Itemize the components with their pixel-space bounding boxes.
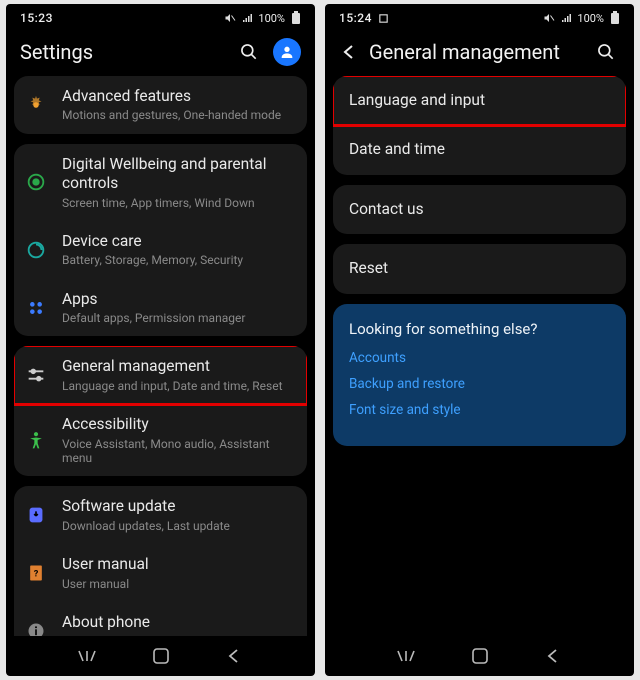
row-title: User manual bbox=[62, 555, 295, 574]
settings-row[interactable]: Language and input bbox=[333, 76, 626, 125]
settings-row[interactable]: About phone Status, Legal information, Ph… bbox=[14, 602, 307, 636]
nav-back[interactable] bbox=[222, 644, 246, 668]
row-subtitle: Download updates, Last update bbox=[62, 519, 295, 533]
status-bar: 15:24 100% bbox=[325, 4, 634, 32]
row-title: Language and input bbox=[349, 91, 485, 110]
device-icon bbox=[24, 238, 48, 262]
header: Settings bbox=[6, 32, 315, 76]
settings-row[interactable]: Apps Default apps, Permission manager bbox=[14, 279, 307, 337]
promo-link[interactable]: Accounts bbox=[349, 350, 610, 366]
settings-list: Advanced features Motions and gestures, O… bbox=[6, 76, 315, 636]
row-subtitle: Motions and gestures, One-handed mode bbox=[62, 108, 295, 122]
mute-icon bbox=[543, 12, 555, 24]
row-title: General management bbox=[62, 357, 295, 376]
screenshot-icon bbox=[378, 13, 389, 24]
mute-icon bbox=[224, 12, 236, 24]
status-bar: 15:23 100% bbox=[6, 4, 315, 32]
nav-recents[interactable] bbox=[75, 644, 99, 668]
battery-icon bbox=[610, 11, 620, 25]
settings-row[interactable]: Software update Download updates, Last up… bbox=[14, 486, 307, 544]
settings-row[interactable]: Reset bbox=[333, 244, 626, 293]
search-icon[interactable] bbox=[235, 38, 263, 66]
header: General management bbox=[325, 32, 634, 76]
page-title: Settings bbox=[20, 40, 93, 64]
row-subtitle: Default apps, Permission manager bbox=[62, 311, 295, 325]
page-title: General management bbox=[369, 40, 560, 64]
battery-icon bbox=[291, 11, 301, 25]
row-title: About phone bbox=[62, 613, 295, 632]
screen-settings: 15:23 100% Settings Advanced features Mot… bbox=[6, 4, 315, 676]
info-icon bbox=[24, 619, 48, 636]
promo-link[interactable]: Backup and restore bbox=[349, 376, 610, 392]
apps-icon bbox=[24, 296, 48, 320]
settings-group: Digital Wellbeing and parental controls S… bbox=[14, 144, 307, 337]
nav-home[interactable] bbox=[468, 644, 492, 668]
settings-row[interactable]: Contact us bbox=[333, 185, 626, 234]
settings-group: Contact us bbox=[333, 185, 626, 234]
row-title: Device care bbox=[62, 232, 295, 251]
sliders-icon bbox=[24, 363, 48, 387]
row-title: Digital Wellbeing and parental controls bbox=[62, 155, 295, 194]
settings-group: General management Language and input, Da… bbox=[14, 346, 307, 476]
wellbeing-icon bbox=[24, 170, 48, 194]
advanced-icon bbox=[24, 93, 48, 117]
status-time: 15:24 bbox=[339, 11, 372, 25]
row-title: Advanced features bbox=[62, 87, 295, 106]
settings-group: Reset bbox=[333, 244, 626, 293]
profile-avatar[interactable] bbox=[273, 38, 301, 66]
gm-list: Language and input Date and time Contact u… bbox=[325, 76, 634, 636]
row-subtitle: Language and input, Date and time, Reset bbox=[62, 379, 295, 393]
promo-link[interactable]: Font size and style bbox=[349, 402, 610, 418]
row-title: Accessibility bbox=[62, 415, 295, 434]
svg-text:?: ? bbox=[34, 569, 39, 579]
row-subtitle: Battery, Storage, Memory, Security bbox=[62, 253, 295, 267]
access-icon bbox=[24, 428, 48, 452]
row-subtitle: User manual bbox=[62, 577, 295, 591]
row-title: Apps bbox=[62, 290, 295, 309]
settings-group: Advanced features Motions and gestures, O… bbox=[14, 76, 307, 134]
screen-general-management: 15:24 100% General management Language a… bbox=[325, 4, 634, 676]
settings-row[interactable]: Accessibility Voice Assistant, Mono audio… bbox=[14, 404, 307, 476]
row-title: Software update bbox=[62, 497, 295, 516]
nav-back[interactable] bbox=[541, 644, 565, 668]
row-subtitle: Status, Legal information, Phone name bbox=[62, 634, 295, 636]
settings-row[interactable]: Advanced features Motions and gestures, O… bbox=[14, 76, 307, 134]
update-icon bbox=[24, 503, 48, 527]
row-title: Date and time bbox=[349, 140, 445, 159]
promo-card: Looking for something else? Accounts Backu… bbox=[333, 304, 626, 446]
settings-group: Language and input Date and time bbox=[333, 76, 626, 175]
settings-row[interactable]: Digital Wellbeing and parental controls S… bbox=[14, 144, 307, 221]
status-battery: 100% bbox=[577, 12, 604, 25]
settings-row[interactable]: ? User manual User manual bbox=[14, 544, 307, 602]
row-subtitle: Screen time, App timers, Wind Down bbox=[62, 196, 295, 210]
signal-icon bbox=[242, 12, 254, 24]
nav-recents[interactable] bbox=[394, 644, 418, 668]
status-battery: 100% bbox=[258, 12, 285, 25]
row-title: Reset bbox=[349, 259, 388, 278]
settings-row[interactable]: General management Language and input, Da… bbox=[14, 346, 307, 404]
nav-home[interactable] bbox=[149, 644, 173, 668]
nav-bar bbox=[325, 636, 634, 676]
row-title: Contact us bbox=[349, 200, 424, 219]
manual-icon: ? bbox=[24, 561, 48, 585]
status-time: 15:23 bbox=[20, 11, 53, 25]
search-icon[interactable] bbox=[592, 38, 620, 66]
settings-row[interactable]: Date and time bbox=[333, 125, 626, 174]
promo-title: Looking for something else? bbox=[349, 320, 610, 338]
settings-group: Software update Download updates, Last up… bbox=[14, 486, 307, 636]
settings-row[interactable]: Device care Battery, Storage, Memory, Sec… bbox=[14, 221, 307, 279]
back-button[interactable] bbox=[339, 42, 359, 62]
nav-bar bbox=[6, 636, 315, 676]
row-subtitle: Voice Assistant, Mono audio, Assistant m… bbox=[62, 437, 295, 466]
signal-icon bbox=[561, 12, 573, 24]
